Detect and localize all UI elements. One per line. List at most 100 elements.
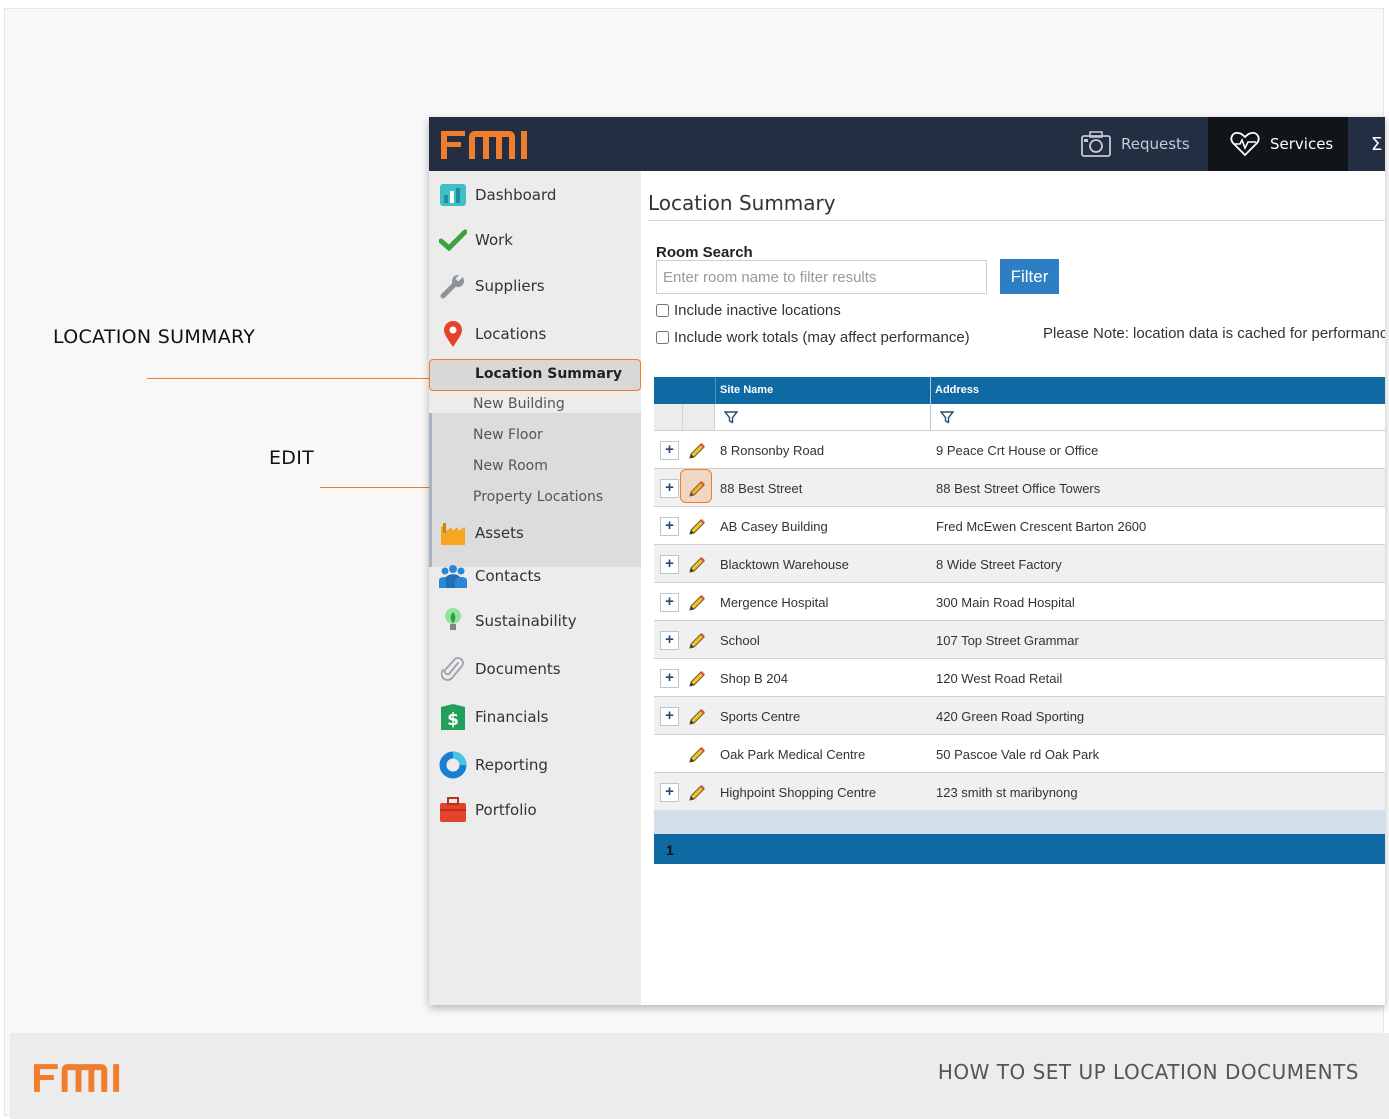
edit-pencil-icon[interactable] (687, 517, 707, 537)
grid-pager: 1 (654, 834, 1385, 864)
requests-button[interactable]: Requests (1079, 117, 1207, 171)
table-row[interactable]: + AB Casey Building Fred McEwen Crescent B… (654, 507, 1385, 545)
factory-icon (439, 519, 467, 547)
sidebar-subitem-location-summary[interactable]: Location Summary (429, 359, 641, 391)
sidebar-item-dashboard[interactable]: Dashboard (429, 175, 641, 215)
table-row[interactable]: +8 Ronsonby Road 9 Peace Crt House or Off… (654, 431, 1385, 469)
address-cell: 9 Peace Crt House or Office (936, 443, 1099, 458)
expand-row-button[interactable]: + (660, 783, 679, 802)
donut-chart-icon (439, 751, 467, 779)
page-number-1[interactable]: 1 (666, 842, 674, 858)
filter-button[interactable]: Filter (1000, 259, 1059, 294)
sidebar-subitem-new-building[interactable]: New Building (473, 396, 565, 412)
fmi-footer-logo (33, 1064, 120, 1092)
site-name-cell: School (720, 633, 760, 648)
column-header-site-name[interactable]: Site Name (720, 384, 773, 396)
expand-row-button[interactable]: + (660, 555, 679, 574)
room-search-input[interactable] (656, 260, 987, 294)
address-cell: 300 Main Road Hospital (936, 595, 1075, 610)
expand-row-button[interactable]: + (660, 593, 679, 612)
edit-pencil-icon[interactable] (687, 555, 707, 575)
address-cell: 8 Wide Street Factory (936, 557, 1062, 572)
more-nav-icon[interactable]: Σ (1371, 117, 1385, 171)
site-name-cell: Highpoint Shopping Centre (720, 785, 877, 800)
table-row[interactable]: + Sports Centre 420 Green Road Sporting (654, 697, 1385, 735)
top-bar: Requests Services Σ (429, 117, 1385, 171)
dollar-icon: $ (439, 703, 467, 731)
edit-pencil-icon[interactable] (687, 631, 707, 651)
lightbulb-icon (439, 607, 467, 635)
sidebar-item-portfolio[interactable]: Portfolio (429, 790, 641, 830)
sidebar-item-locations[interactable]: Locations (429, 314, 641, 354)
fmi-logo (441, 131, 527, 159)
sidebar-item-financials[interactable]: $ Financials (429, 697, 641, 737)
table-row[interactable]: + Shop B 204 120 West Road Retail (654, 659, 1385, 697)
cache-note: Please Note: location data is cached for… (1043, 325, 1385, 342)
edit-pencil-icon[interactable] (687, 441, 707, 461)
filter-funnel-icon[interactable] (940, 411, 954, 424)
sidebar-item-reporting[interactable]: Reporting (429, 745, 641, 785)
heart-pulse-icon (1230, 131, 1260, 157)
sidebar-subitem-new-floor[interactable]: New Floor (473, 427, 543, 443)
app-window: Requests Services Σ Dashboard Work Suppl… (429, 117, 1385, 1005)
expand-row-button[interactable]: + (660, 631, 679, 650)
edit-pencil-icon[interactable] (687, 745, 707, 765)
filter-funnel-icon[interactable] (724, 411, 738, 424)
sidebar-item-suppliers[interactable]: Suppliers (429, 266, 641, 306)
edit-pencil-icon[interactable] (687, 783, 707, 803)
paperclip-icon (439, 655, 467, 683)
address-cell: 123 smith st maribynong (936, 785, 1078, 800)
column-header-address[interactable]: Address (935, 384, 979, 396)
include-inactive-checkbox[interactable]: Include inactive locations (656, 302, 841, 319)
expand-row-button[interactable]: + (660, 517, 679, 536)
site-name-cell: Shop B 204 (720, 671, 788, 686)
grid-spacer (654, 810, 1385, 834)
address-cell: 50 Pascoe Vale rd Oak Park (936, 747, 1100, 762)
title-divider (648, 220, 1385, 221)
expand-row-button[interactable]: + (660, 441, 679, 460)
edit-pencil-icon[interactable] (687, 707, 707, 727)
table-row[interactable]: +88 Best Street 88 Best Street Office Tow… (654, 469, 1385, 507)
main-content: Location Summary Room Search Filter Incl… (641, 171, 1385, 1005)
site-name-cell: AB Casey Building (720, 519, 828, 534)
sidebar-item-contacts[interactable]: Contacts (429, 556, 641, 596)
site-name-cell: Mergence Hospital (720, 595, 829, 610)
camera-icon (1081, 131, 1111, 157)
sidebar-item-sustainability[interactable]: Sustainability (429, 601, 641, 641)
table-row[interactable]: + School 107 Top Street Grammar (654, 621, 1385, 659)
sidebar-item-documents[interactable]: Documents (429, 649, 641, 689)
site-name-cell: 88 Best Street (720, 481, 803, 496)
table-row[interactable]: Oak Park Medical Centre 50 Pascoe Vale rd… (654, 735, 1385, 773)
svg-text:$: $ (447, 710, 459, 730)
callout-edit: EDIT (269, 447, 315, 469)
edit-highlight (680, 469, 712, 503)
include-work-totals-input[interactable] (656, 331, 669, 344)
grid-filter-row (654, 404, 1385, 431)
sidebar: Dashboard Work Suppliers Locations Locat… (429, 171, 641, 1005)
footer-title: HOW TO SET UP LOCATION DOCUMENTS (937, 1060, 1359, 1084)
table-row[interactable]: + Blacktown Warehouse 8 Wide Street Factor… (654, 545, 1385, 583)
sidebar-item-work[interactable]: Work (429, 220, 641, 260)
expand-row-button[interactable]: + (660, 479, 679, 498)
include-inactive-input[interactable] (656, 304, 669, 317)
sidebar-item-assets[interactable]: Assets (429, 513, 641, 553)
callout-line-location-summary (147, 378, 429, 379)
room-search-label: Room Search (656, 244, 753, 261)
table-row[interactable]: + Mergence Hospital 300 Main Road Hospital (654, 583, 1385, 621)
edit-pencil-icon[interactable] (687, 669, 707, 689)
site-name-cell: Oak Park Medical Centre (720, 747, 866, 762)
edit-pencil-icon[interactable] (687, 593, 707, 613)
expand-row-button[interactable]: + (660, 669, 679, 688)
address-cell: 420 Green Road Sporting (936, 709, 1085, 724)
slide-footer: HOW TO SET UP LOCATION DOCUMENTS (10, 1033, 1389, 1119)
wrench-icon (439, 272, 467, 300)
page-title: Location Summary (648, 191, 836, 215)
sidebar-subitem-property-locations[interactable]: Property Locations (473, 489, 603, 505)
table-row[interactable]: + Highpoint Shopping Centre 123 smith st m… (654, 773, 1385, 811)
services-button[interactable]: Services (1208, 117, 1348, 171)
dashboard-icon (439, 181, 467, 209)
sidebar-subitem-new-room[interactable]: New Room (473, 458, 548, 474)
address-cell: 107 Top Street Grammar (936, 633, 1079, 648)
include-work-totals-checkbox[interactable]: Include work totals (may affect performa… (656, 329, 970, 346)
expand-row-button[interactable]: + (660, 707, 679, 726)
